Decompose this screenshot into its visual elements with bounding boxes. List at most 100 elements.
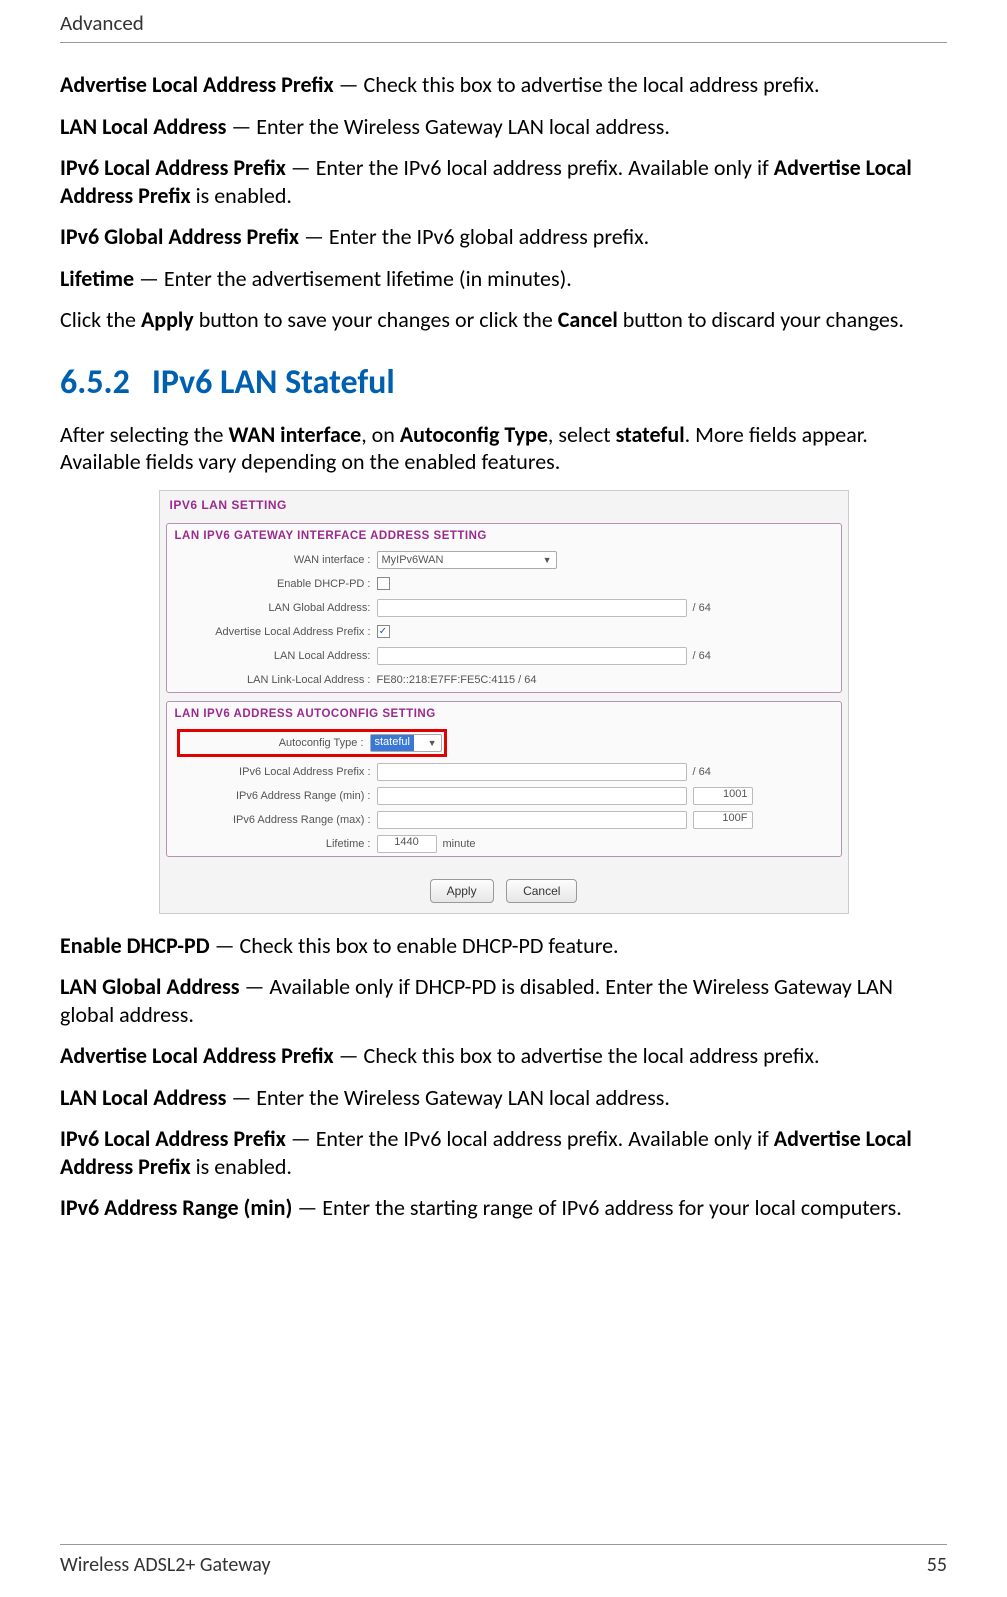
term: Lifetime [60, 265, 134, 292]
header-title: Advanced [60, 10, 144, 36]
desc: — Enter the Wireless Gateway LAN local a… [226, 1084, 670, 1111]
lan-local-suffix: / 64 [693, 650, 711, 662]
lifetime-input[interactable]: 1440 [377, 835, 437, 853]
wan-interface-select[interactable]: MyIPv6WAN ▼ [377, 551, 557, 569]
ipv6-range-max-label: IPv6 Address Range (max) : [177, 814, 377, 826]
row-ipv6-local-prefix: IPv6 Local Address Prefix : / 64 [167, 760, 841, 784]
desc: — Enter the starting range of IPv6 addre… [292, 1194, 901, 1221]
row-lan-link-local: LAN Link-Local Address : FE80::218:E7FF:… [167, 668, 841, 692]
mid: — Enter the IPv6 local address prefix. A… [286, 1125, 774, 1152]
b3: stateful [616, 421, 685, 448]
section-number: 6.5.2 [60, 362, 130, 403]
gateway-interface-group: LAN IPV6 GATEWAY INTERFACE ADDRESS SETTI… [166, 523, 842, 693]
autoconfig-type-label: Autoconfig Type : [182, 737, 370, 749]
row-ipv6-range-min: IPv6 Address Range (min) : 1001 [167, 784, 841, 808]
page-content: Advertise Local Address Prefix — Check t… [60, 43, 947, 1222]
t: After selecting the [60, 421, 228, 448]
wan-interface-value: MyIPv6WAN [382, 554, 444, 566]
para-ipv6-local-prefix: IPv6 Local Address Prefix — Enter the IP… [60, 154, 947, 209]
chevron-down-icon: ▼ [543, 555, 552, 565]
term: LAN Global Address [60, 973, 240, 1000]
footer-product: Wireless ADSL2+ Gateway [60, 1553, 271, 1577]
ipv6-local-prefix-input[interactable] [377, 763, 687, 781]
row-lan-local-address: LAN Local Address: / 64 [167, 644, 841, 668]
wan-interface-label: WAN interface : [177, 554, 377, 566]
para-apply-cancel: Click the Apply button to save your chan… [60, 306, 947, 334]
page-header: Advanced [60, 0, 947, 43]
ipv6-range-min-input-a[interactable] [377, 787, 687, 805]
autoconfig-type-value: stateful [371, 735, 414, 751]
section-title: IPv6 LAN Stateful [152, 362, 395, 403]
check-icon: ✓ [379, 626, 387, 637]
b2: Autoconfig Type [400, 421, 548, 448]
autoconfig-type-select[interactable]: stateful ▼ [370, 734, 442, 752]
advertise-local-prefix-checkbox[interactable]: ✓ [377, 625, 390, 638]
lifetime-label: Lifetime : [177, 838, 377, 850]
desc: — Check this box to advertise the local … [334, 71, 820, 98]
apply-button[interactable]: Apply [430, 879, 494, 903]
lan-global-input[interactable] [377, 599, 687, 617]
para-enable-dhcp-pd: Enable DHCP-PD — Check this box to enabl… [60, 932, 947, 960]
enable-dhcp-pd-checkbox[interactable] [377, 577, 390, 590]
ipv6-local-prefix-suffix: / 64 [693, 766, 711, 778]
enable-dhcp-pd-label: Enable DHCP-PD : [177, 578, 377, 590]
group1-title: LAN IPV6 GATEWAY INTERFACE ADDRESS SETTI… [167, 524, 841, 548]
autoconfig-group: LAN IPV6 ADDRESS AUTOCONFIG SETTING Auto… [166, 701, 842, 857]
apply-word: Apply [141, 306, 194, 333]
para-adv-local-prefix-2: Advertise Local Address Prefix — Check t… [60, 1042, 947, 1070]
lan-link-local-label: LAN Link-Local Address : [177, 674, 377, 686]
row-lan-global-address: LAN Global Address: / 64 [167, 596, 841, 620]
para-adv-local-prefix: Advertise Local Address Prefix — Check t… [60, 71, 947, 99]
lan-local-input[interactable] [377, 647, 687, 665]
para-ipv6-range-min: IPv6 Address Range (min) — Enter the sta… [60, 1194, 947, 1222]
desc: — Check this box to advertise the local … [334, 1042, 820, 1069]
term: IPv6 Local Address Prefix [60, 154, 286, 181]
lan-global-suffix: / 64 [693, 602, 711, 614]
t2: button to save your changes or click the [194, 306, 558, 333]
term: IPv6 Local Address Prefix [60, 1125, 286, 1152]
para-lan-local-addr-2: LAN Local Address — Enter the Wireless G… [60, 1084, 947, 1112]
term: IPv6 Address Range (min) [60, 1194, 292, 1221]
autoconfig-highlight: Autoconfig Type : stateful ▼ [177, 729, 447, 757]
para-lan-global-address: LAN Global Address — Available only if D… [60, 973, 947, 1028]
para-ipv6-local-prefix-2: IPv6 Local Address Prefix — Enter the IP… [60, 1125, 947, 1180]
t3: button to discard your changes. [618, 306, 904, 333]
row-enable-dhcp-pd: Enable DHCP-PD : [167, 572, 841, 596]
lan-global-label: LAN Global Address: [177, 602, 377, 614]
desc-mid: — Enter the IPv6 local address prefix. A… [286, 154, 774, 181]
row-autoconfig-type: Autoconfig Type : stateful ▼ [167, 726, 841, 760]
b1: WAN interface [228, 421, 361, 448]
section-heading: 6.5.2 IPv6 LAN Stateful [60, 362, 947, 403]
lan-link-local-value: FE80::218:E7FF:FE5C:4115 / 64 [377, 674, 537, 686]
desc: — Enter the advertisement lifetime (in m… [134, 265, 572, 292]
section-lead: After selecting the WAN interface, on Au… [60, 421, 947, 476]
t1: Click the [60, 306, 141, 333]
row-ipv6-range-max: IPv6 Address Range (max) : 100F [167, 808, 841, 832]
row-advertise-local-prefix: Advertise Local Address Prefix : ✓ [167, 620, 841, 644]
term: LAN Local Address [60, 1084, 226, 1111]
group2-title: LAN IPV6 ADDRESS AUTOCONFIG SETTING [167, 702, 841, 726]
panel-button-bar: Apply Cancel [160, 865, 848, 913]
page-footer: Wireless ADSL2+ Gateway 55 [60, 1544, 947, 1577]
para-lifetime: Lifetime — Enter the advertisement lifet… [60, 265, 947, 293]
row-wan-interface: WAN interface : MyIPv6WAN ▼ [167, 548, 841, 572]
ipv6-local-prefix-label: IPv6 Local Address Prefix : [177, 766, 377, 778]
ipv6-range-min-input-b[interactable]: 1001 [693, 787, 753, 805]
cancel-word: Cancel [558, 306, 618, 333]
ipv6-lan-panel: IPV6 LAN SETTING LAN IPV6 GATEWAY INTERF… [159, 490, 849, 914]
para-ipv6-global-prefix: IPv6 Global Address Prefix — Enter the I… [60, 223, 947, 251]
term: LAN Local Address [60, 113, 226, 140]
cancel-button[interactable]: Cancel [506, 879, 577, 903]
term: Enable DHCP-PD [60, 932, 210, 959]
chevron-down-icon: ▼ [428, 738, 441, 748]
lifetime-unit: minute [443, 838, 476, 850]
ipv6-range-max-input-a[interactable] [377, 811, 687, 829]
ipv6-range-min-label: IPv6 Address Range (min) : [177, 790, 377, 802]
desc: — Enter the Wireless Gateway LAN local a… [226, 113, 670, 140]
lan-local-label: LAN Local Address: [177, 650, 377, 662]
rest: is enabled. [191, 1153, 292, 1180]
panel-top-title: IPV6 LAN SETTING [160, 491, 848, 519]
t2: , on [361, 421, 400, 448]
ipv6-range-max-input-b[interactable]: 100F [693, 811, 753, 829]
footer-page-number: 55 [927, 1553, 947, 1577]
